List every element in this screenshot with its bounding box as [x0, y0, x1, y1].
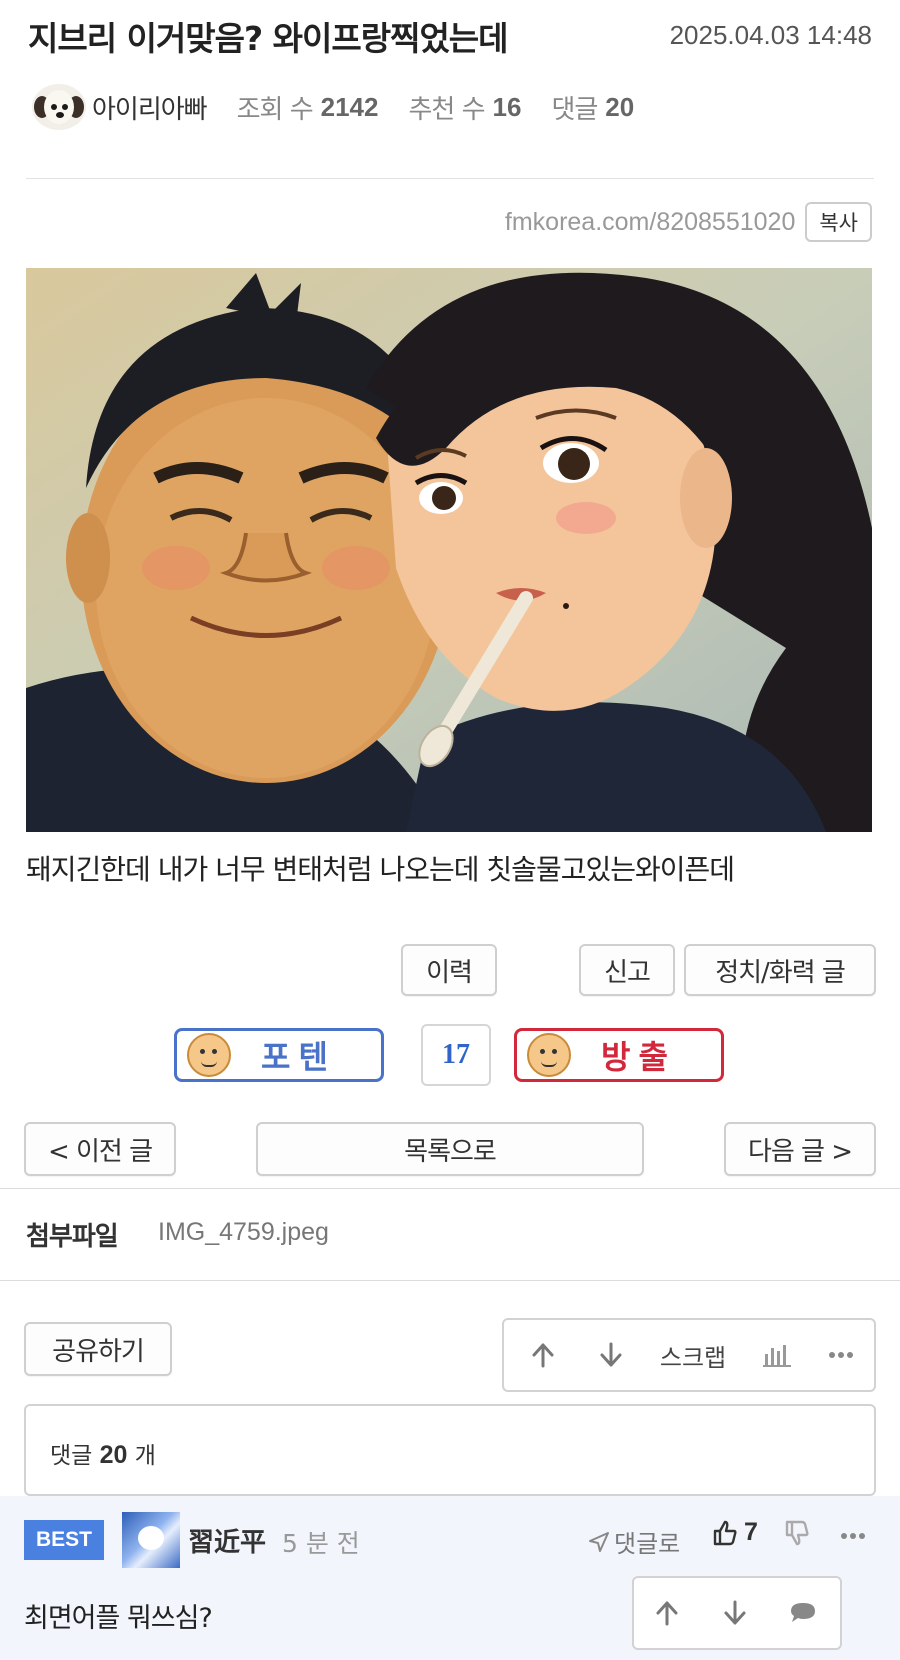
- upvote-button[interactable]: 포텐: [174, 1028, 384, 1082]
- avatar-figure: [138, 1526, 164, 1550]
- post-title: 지브리 이거맞음? 와이프랑찍었는데: [28, 19, 509, 58]
- vote-count: 17: [421, 1024, 491, 1086]
- prev-post-button[interactable]: < 이전 글: [24, 1122, 176, 1176]
- commenter-avatar[interactable]: [122, 1512, 180, 1568]
- scrap-button[interactable]: 스크랩: [652, 1320, 734, 1390]
- author-name[interactable]: 아이리아빠: [92, 89, 208, 126]
- best-comment: BEST 習近平 5 분 전 댓글로 7 최면어플 뭐쓰심?: [0, 1496, 900, 1660]
- comment-count-text: 댓글 20 개: [50, 1436, 156, 1470]
- comment-text: 최면어플 뭐쓰심?: [24, 1603, 213, 1634]
- arrow-up-icon[interactable]: [642, 1578, 692, 1648]
- recommend-count: 16: [492, 91, 522, 122]
- comment-count: 20: [99, 1441, 128, 1469]
- commenter-name[interactable]: 習近平: [188, 1522, 266, 1559]
- downvote-label: 방출: [601, 1038, 676, 1076]
- thumbs-down-face-icon: [527, 1033, 571, 1077]
- thumbs-up-icon: [713, 1520, 737, 1545]
- views-label: 조회 수: [236, 94, 314, 125]
- comment-more-icon[interactable]: [840, 1518, 866, 1546]
- copy-url-button[interactable]: 복사: [805, 202, 872, 242]
- post-header: 지브리 이거맞음? 와이프랑찍었는데 2025.04.03 14:48: [28, 12, 872, 64]
- post-caption: 돼지긴한데 내가 너무 변태처럼 나오는데 칫솔물고있는와이픈데: [26, 853, 735, 886]
- attachment-label: 첨부파일: [26, 1222, 119, 1252]
- post-toolbar: 스크랩: [502, 1318, 876, 1392]
- post-url[interactable]: fmkorea.com/8208551020: [505, 208, 795, 237]
- post-image[interactable]: [26, 268, 872, 832]
- recommend-label: 추천 수: [408, 94, 485, 125]
- comment-toolbar: [632, 1576, 842, 1650]
- thumbs-down-icon: [785, 1520, 809, 1546]
- share-button[interactable]: 공유하기: [24, 1322, 172, 1376]
- arrow-down-icon[interactable]: [586, 1320, 636, 1390]
- downvote-button[interactable]: 방출: [514, 1028, 724, 1082]
- header-divider: [26, 178, 874, 179]
- avatar-nose: [56, 112, 64, 118]
- comment-time: 5 분 전: [282, 1529, 360, 1558]
- best-badge: BEST: [24, 1520, 104, 1560]
- post-date: 2025.04.03 14:48: [669, 20, 872, 50]
- ghibli-couple-illustration: [26, 268, 872, 832]
- speech-bubble-icon[interactable]: [778, 1578, 828, 1648]
- author-avatar[interactable]: [32, 84, 86, 130]
- category-button[interactable]: 정치/화력 글: [684, 944, 876, 996]
- report-button[interactable]: 신고: [579, 944, 675, 996]
- avatar-face: [44, 90, 74, 124]
- avatar-eye: [62, 104, 68, 110]
- avatar-eye: [51, 104, 57, 110]
- section-divider: [0, 1188, 900, 1189]
- upvote-label: 포텐: [261, 1038, 336, 1076]
- arrow-down-icon[interactable]: [710, 1578, 760, 1648]
- next-post-button[interactable]: 다음 글 >: [724, 1122, 876, 1176]
- comments-count: 20: [605, 91, 635, 122]
- comment-like-count: 7: [744, 1518, 758, 1546]
- reply-arrow-icon: [589, 1531, 609, 1552]
- thumbs-up-face-icon: [187, 1033, 231, 1077]
- post-meta: 아이리아빠 조회 수 2142 추천 수 16 댓글 20: [32, 82, 872, 132]
- attachment-file-link[interactable]: IMG_4759.jpeg: [158, 1218, 329, 1247]
- comment-count-header: 댓글 20 개: [24, 1404, 876, 1496]
- comment-like-button[interactable]: 7: [712, 1518, 758, 1547]
- reply-button[interactable]: 댓글로: [588, 1524, 680, 1559]
- more-icon[interactable]: [816, 1320, 866, 1390]
- comment-label: 댓글: [50, 1443, 93, 1469]
- views-count: 2142: [320, 91, 379, 122]
- post-url-row: fmkorea.com/8208551020 복사: [505, 202, 872, 242]
- reply-label: 댓글로: [614, 1530, 681, 1558]
- section-divider: [0, 1280, 900, 1281]
- arrow-up-icon[interactable]: [518, 1320, 568, 1390]
- history-button[interactable]: 이력: [401, 944, 497, 996]
- comment-unit: 개: [134, 1443, 156, 1469]
- bar-chart-icon[interactable]: [752, 1320, 802, 1390]
- comment-dislike-button[interactable]: [784, 1520, 810, 1550]
- back-to-list-button[interactable]: 목록으로: [256, 1122, 644, 1176]
- comments-label: 댓글: [551, 94, 598, 125]
